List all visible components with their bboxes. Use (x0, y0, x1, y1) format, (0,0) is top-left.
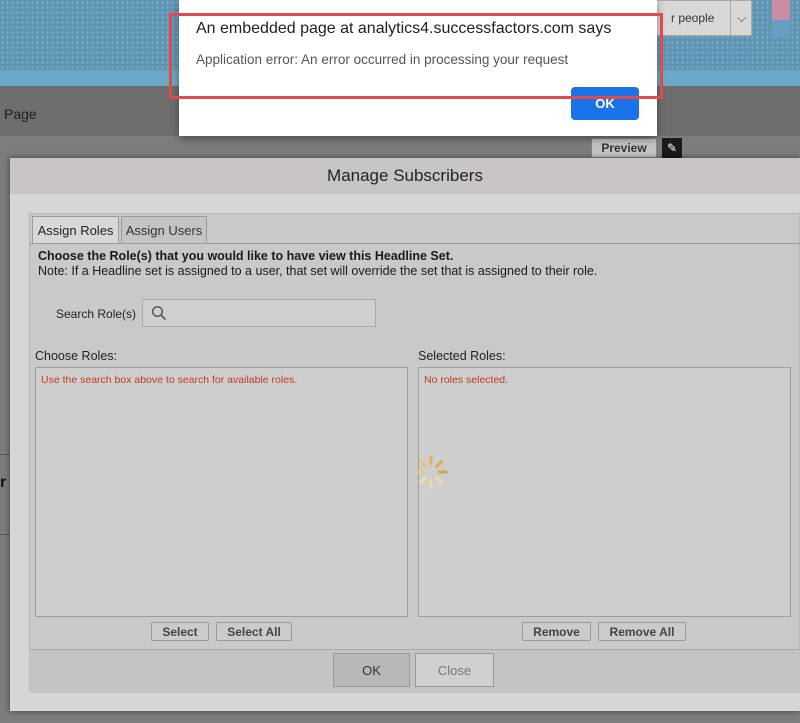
selected-roles-list[interactable]: No roles selected. (418, 367, 791, 617)
select-all-button[interactable]: Select All (216, 622, 292, 641)
search-icon (151, 305, 167, 321)
page-label: Page (4, 106, 37, 122)
loading-spinner-icon (414, 455, 448, 489)
selected-roles-label: Selected Roles: (418, 349, 506, 363)
manage-subscribers-dialog: Manage Subscribers Assign Roles Assign U… (10, 158, 800, 711)
chevron-down-icon[interactable]: ⌵ (730, 0, 752, 36)
search-roles-input[interactable] (142, 299, 376, 327)
highlight-annotation (169, 13, 663, 99)
remove-button[interactable]: Remove (522, 622, 591, 641)
selected-roles-message: No roles selected. (424, 374, 509, 386)
dialog-header: Manage Subscribers (10, 158, 800, 194)
choose-roles-list[interactable]: Use the search box above to search for a… (35, 367, 408, 617)
dialog-title: Manage Subscribers (327, 166, 483, 185)
divider (0, 454, 10, 455)
choose-roles-label: Choose Roles: (35, 349, 117, 363)
instruction-heading: Choose the Role(s) that you would like t… (38, 249, 454, 263)
people-search-text: r people (671, 11, 715, 25)
header-square-icon (772, 20, 790, 38)
divider (0, 534, 10, 535)
remove-all-button[interactable]: Remove All (598, 622, 686, 641)
tab-divider (29, 243, 800, 244)
edge-text: r (0, 474, 7, 491)
tab-assign-roles[interactable]: Assign Roles (32, 216, 119, 243)
tab-assign-users[interactable]: Assign Users (121, 216, 207, 243)
avatar[interactable] (772, 0, 790, 20)
close-button[interactable]: Close (415, 653, 494, 687)
choose-roles-message: Use the search box above to search for a… (41, 374, 298, 386)
ok-button[interactable]: OK (333, 653, 410, 687)
pencil-icon[interactable]: ✎ (662, 138, 682, 158)
preview-button[interactable]: Preview (591, 138, 657, 158)
search-roles-label: Search Role(s) (56, 307, 137, 321)
instruction-note: Note: If a Headline set is assigned to a… (38, 264, 598, 278)
select-button[interactable]: Select (151, 622, 209, 641)
